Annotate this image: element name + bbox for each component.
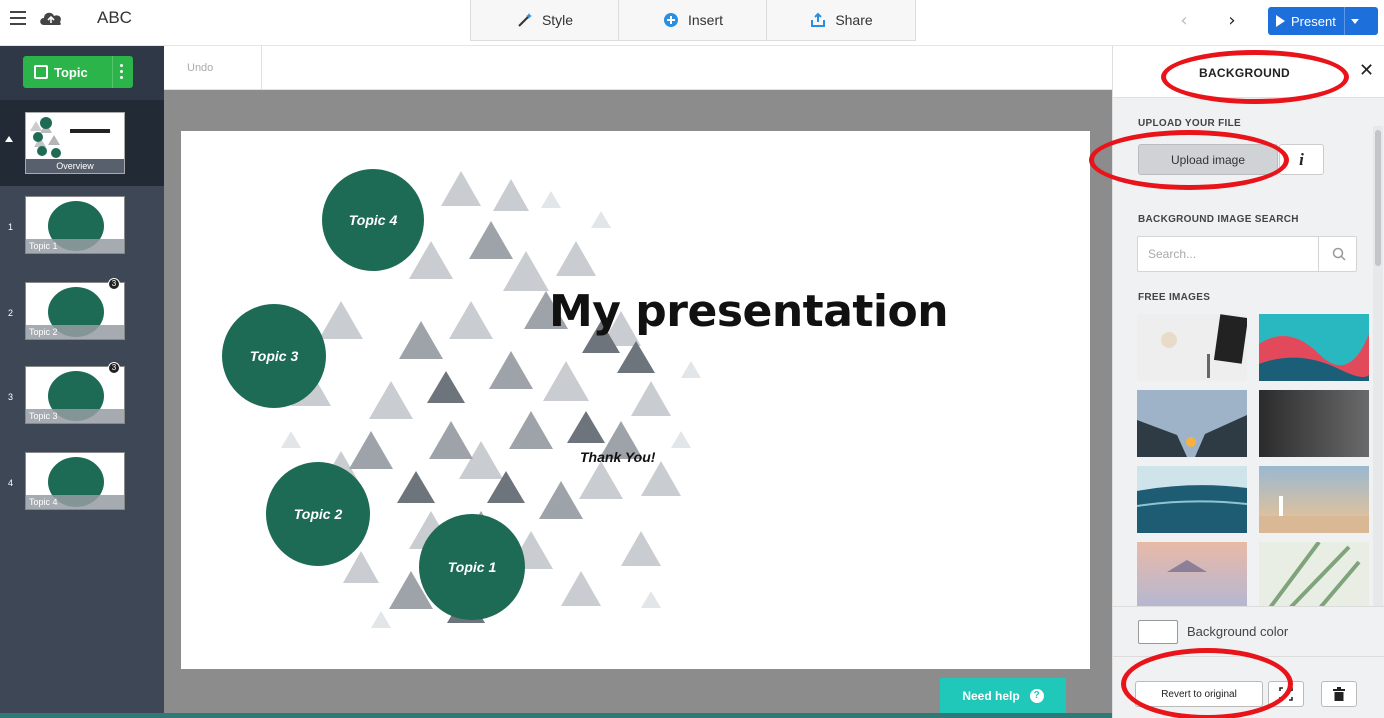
cloud-icon[interactable] [38, 8, 64, 28]
chevron-left-icon[interactable]: ‹ [1173, 9, 1195, 31]
background-color-swatch[interactable] [1138, 620, 1178, 644]
slide-number: 3 [8, 392, 14, 402]
search-input[interactable] [1138, 237, 1308, 271]
chevron-right-icon[interactable]: › [1221, 9, 1243, 31]
panel-title: BACKGROUND [1199, 66, 1290, 80]
need-help-button[interactable]: Need help ? [940, 678, 1066, 714]
tab-style-label: Style [541, 12, 574, 28]
topic-button-divider [112, 56, 113, 88]
revert-to-original-button[interactable]: Revert to original [1135, 681, 1263, 707]
topic-circle[interactable]: Topic 3 [222, 304, 326, 408]
panel-header: BACKGROUND ✕ [1113, 46, 1384, 98]
slide-thumbnail[interactable]: Topic 3 [25, 366, 125, 424]
slide-label: Topic 3 [26, 409, 124, 423]
home-icon [5, 136, 13, 142]
free-image-thumbnail[interactable] [1137, 314, 1247, 381]
free-image-thumbnail[interactable] [1259, 390, 1369, 457]
slide-thumbnail[interactable]: Topic 4 [25, 452, 125, 510]
bottom-strip [0, 713, 1112, 718]
subtopic-count-badge: 3 [108, 362, 120, 374]
present-label: Present [1291, 13, 1336, 29]
trash-icon[interactable] [1321, 681, 1357, 707]
share-icon [809, 11, 827, 29]
slide-item[interactable]: 4 Topic 4 [0, 452, 164, 522]
tab-insert[interactable]: Insert [619, 0, 767, 40]
scrollbar-thumb[interactable] [1375, 130, 1381, 266]
question-icon: ? [1029, 689, 1044, 703]
upload-image-button[interactable]: Upload image [1138, 144, 1278, 175]
plus-circle-icon [662, 11, 680, 29]
slide-number: 4 [8, 478, 14, 488]
slide-item[interactable]: 1 Topic 1 [0, 196, 164, 266]
top-bar: ABC Style Insert Share ‹ › Present [0, 0, 1384, 46]
slide-number: 2 [8, 308, 14, 318]
free-image-thumbnail[interactable] [1259, 542, 1369, 609]
subtopic-count-badge: 3 [108, 278, 120, 290]
presentation-title[interactable]: ABC [97, 8, 132, 28]
slide-item[interactable]: 2 Topic 2 3 [0, 278, 164, 352]
slide-title[interactable]: My presentation [549, 286, 949, 337]
free-image-thumbnail[interactable] [1137, 466, 1247, 533]
present-button[interactable]: Present [1268, 7, 1378, 35]
free-images-grid [1137, 314, 1369, 610]
topic-button-label: Topic [54, 64, 88, 80]
slide-sidebar: Topic Overview 1 Topic 1 2 Topic 2 3 3 T… [0, 46, 164, 718]
background-color-row[interactable]: Background color [1113, 606, 1384, 656]
slide-label: Topic 2 [26, 325, 124, 339]
closing-text[interactable]: Thank You! [580, 449, 655, 465]
topic-circle[interactable]: Topic 4 [322, 169, 424, 271]
overview-label: Overview [26, 159, 124, 173]
search-icon[interactable] [1318, 237, 1358, 271]
slide-label: Topic 1 [26, 239, 124, 253]
toolbar-tabs: Style Insert Share [470, 0, 916, 41]
free-image-thumbnail[interactable] [1137, 390, 1247, 457]
play-icon [1276, 15, 1285, 27]
more-options-icon[interactable] [120, 64, 124, 82]
slide-item[interactable]: 3 Topic 3 3 [0, 362, 164, 436]
sidebar-header: Topic [0, 46, 164, 100]
tab-style[interactable]: Style [471, 0, 619, 40]
panel-scrollbar[interactable] [1373, 126, 1383, 606]
image-search-label: BACKGROUND IMAGE SEARCH [1138, 214, 1299, 225]
upload-section-label: UPLOAD YOUR FILE [1138, 118, 1241, 129]
info-icon[interactable]: i [1279, 144, 1324, 175]
need-help-label: Need help [962, 689, 1020, 703]
topic-circle[interactable]: Topic 2 [266, 462, 370, 566]
topic-circle[interactable]: Topic 1 [419, 514, 525, 620]
canvas-toolbar: Undo [164, 46, 1112, 90]
slide-canvas[interactable]: My presentation Thank You! Topic 1 Topic… [181, 131, 1090, 669]
slide-thumbnail[interactable]: Topic 2 [25, 282, 125, 340]
tab-share[interactable]: Share [767, 0, 915, 40]
image-search-field [1137, 236, 1357, 272]
triangle-pattern-background [281, 171, 701, 628]
free-image-thumbnail[interactable] [1259, 466, 1369, 533]
overview-item[interactable]: Overview [0, 100, 164, 186]
topic-icon [34, 65, 48, 79]
tab-insert-label: Insert [687, 12, 723, 28]
canvas-area: My presentation Thank You! Topic 1 Topic… [164, 90, 1112, 718]
slide-label: Topic 4 [26, 495, 124, 509]
fit-screen-icon[interactable] [1268, 681, 1304, 707]
overview-thumbnail[interactable]: Overview [25, 112, 125, 174]
free-image-thumbnail[interactable] [1137, 542, 1247, 609]
slide-thumbnail[interactable]: Topic 1 [25, 196, 125, 254]
panel-footer: Revert to original [1113, 656, 1384, 718]
undo-button[interactable]: Undo [164, 46, 262, 90]
menu-icon[interactable] [10, 11, 26, 25]
close-icon[interactable]: ✕ [1359, 60, 1374, 81]
present-divider [1343, 7, 1345, 35]
background-color-label: Background color [1187, 624, 1289, 639]
caret-down-icon[interactable] [1350, 18, 1359, 24]
tab-share-label: Share [835, 12, 873, 28]
add-topic-button[interactable]: Topic [23, 56, 133, 88]
slide-number: 1 [8, 222, 14, 232]
background-panel: BACKGROUND ✕ UPLOAD YOUR FILE Upload ima… [1089, 46, 1384, 718]
free-images-label: FREE IMAGES [1138, 292, 1211, 303]
free-image-thumbnail[interactable] [1259, 314, 1369, 381]
overview-preview [30, 117, 110, 158]
magic-wand-icon [516, 11, 534, 29]
